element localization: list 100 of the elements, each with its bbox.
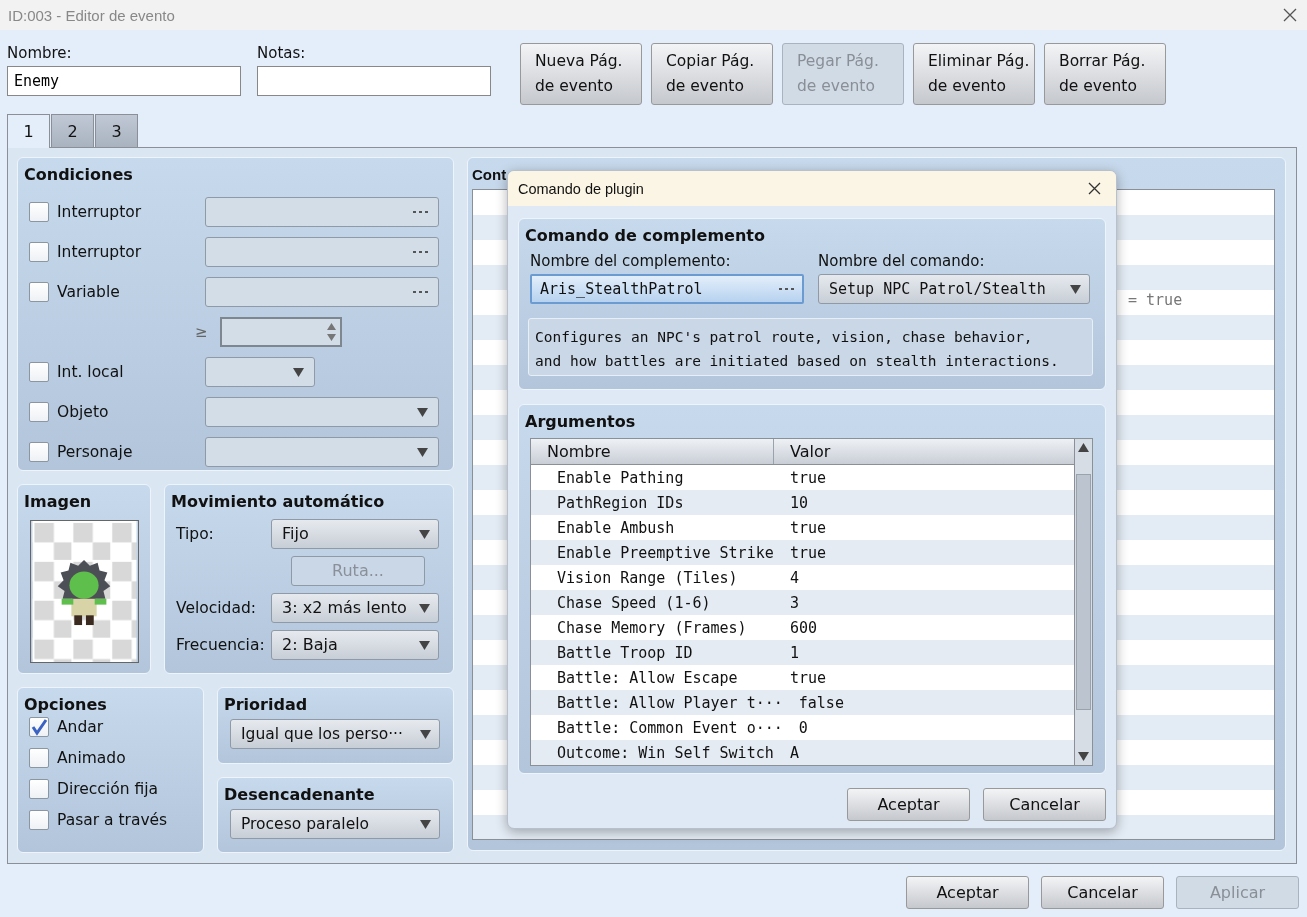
caret-icon <box>419 602 430 613</box>
notes-field[interactable] <box>257 66 491 96</box>
table-cell-text: Enable Ambush <box>556 518 676 537</box>
scroll-up-icon[interactable] <box>1078 443 1089 452</box>
caret-icon <box>1070 284 1081 294</box>
dropdown[interactable]: 2: Baja <box>271 629 439 660</box>
tab[interactable]: 3 <box>95 114 138 147</box>
more-icon <box>413 290 428 294</box>
plugin-field[interactable]: Aris_StealthPatrol <box>530 274 804 304</box>
scroll-thumb[interactable] <box>1076 474 1091 710</box>
checkbox[interactable] <box>29 282 49 302</box>
panel-title: Imagen <box>24 491 93 512</box>
panel-title: Condiciones <box>24 164 134 185</box>
checkbox[interactable] <box>29 748 49 768</box>
checkbox-label: Int. local <box>57 363 125 381</box>
tab[interactable]: 2 <box>51 114 94 147</box>
caret-icon <box>417 447 428 457</box>
dropdown[interactable]: 3: x2 más lento <box>271 592 439 623</box>
name-field[interactable]: Enemy <box>7 66 241 96</box>
plugin-description: Configures an NPC's patrol route, vision, chase behavior, and how battles are initiated based on stealth interactions. <box>528 318 1093 376</box>
field-label: Frecuencia: <box>176 635 266 654</box>
table-cell-text: Battle: Common Event o··· <box>556 718 783 737</box>
checkbox[interactable] <box>29 202 49 222</box>
command-dropdown[interactable]: Setup NPC Patrol/Stealth <box>818 274 1090 304</box>
table-cell-text: Outcome: Win Self Switch <box>556 743 774 762</box>
dialog-button[interactable]: Aceptar <box>906 876 1029 909</box>
caret-icon <box>419 639 430 650</box>
page-button[interactable]: Nueva Pág. de evento <box>520 43 642 105</box>
table-cell-text: false <box>797 693 844 712</box>
dropdown[interactable] <box>205 357 315 387</box>
field-label: Tipo: <box>176 524 215 543</box>
table-cell-text: 1 <box>789 643 800 662</box>
caret-icon <box>420 818 431 829</box>
field-label: Nombre del complemento: <box>530 252 732 270</box>
checkbox[interactable] <box>29 810 49 830</box>
column-header[interactable]: Nombre <box>531 439 774 464</box>
checkbox[interactable] <box>29 442 49 462</box>
panel-title: Cont <box>472 165 507 185</box>
panel-title: Desencadenante <box>224 783 376 805</box>
table-cell-text: 3 <box>789 593 800 612</box>
tab[interactable]: 1 <box>7 114 50 148</box>
dialog-button[interactable]: Cancelar <box>1041 876 1164 909</box>
close-icon[interactable] <box>1088 182 1101 195</box>
dialog-button[interactable]: Aceptar <box>847 788 970 821</box>
column-header[interactable]: Valor <box>774 439 1074 464</box>
window-title: ID:003 - Editor de evento <box>8 6 175 24</box>
spinner-arrows-icon[interactable] <box>326 323 336 341</box>
more-icon <box>779 287 794 291</box>
checkbox[interactable] <box>29 779 49 799</box>
scrollbar[interactable] <box>1074 439 1092 765</box>
field-label: Nombre: <box>7 44 73 62</box>
table-cell-text: Chase Speed (1-6) <box>556 593 712 612</box>
checkbox[interactable] <box>29 717 49 737</box>
dialog-title: Comando de plugin <box>518 180 644 197</box>
panel-title: Opciones <box>24 694 108 715</box>
table-cell-text: Vision Range (Tiles) <box>556 568 739 587</box>
dropdown[interactable]: Proceso paralelo <box>230 808 440 839</box>
number-field[interactable] <box>219 317 342 347</box>
checkbox-label: Interruptor <box>57 243 143 261</box>
checkbox[interactable] <box>29 402 49 422</box>
table-cell-text: 10 <box>789 493 809 512</box>
picker-field[interactable] <box>205 197 439 227</box>
more-icon <box>413 210 428 214</box>
panel-title: Movimiento automático <box>171 491 386 512</box>
caret-icon <box>417 407 428 417</box>
caret-icon <box>419 528 430 539</box>
table-cell-text: true <box>789 468 827 487</box>
caret-icon <box>420 729 431 739</box>
command-text: = true <box>1128 291 1183 309</box>
checkbox-label: Andar <box>57 718 104 736</box>
field-label: Notas: <box>257 44 307 62</box>
table-cell-text: PathRegion IDs <box>556 493 685 512</box>
checkbox[interactable] <box>29 362 49 382</box>
caret-icon <box>293 367 304 377</box>
dropdown[interactable]: Igual que los perso··· <box>230 719 440 749</box>
dropdown[interactable] <box>205 437 439 467</box>
table-cell-text: Chase Memory (Frames) <box>556 618 748 637</box>
table-cell-text: A <box>789 743 800 762</box>
page-button[interactable]: Eliminar Pág. de evento <box>913 43 1035 105</box>
dropdown[interactable]: Fijo <box>271 518 439 549</box>
table-cell-text: 600 <box>789 618 818 637</box>
panel-title: Comando de complemento <box>525 225 766 246</box>
checkbox-label: Interruptor <box>57 203 143 221</box>
field-label: Nombre del comando: <box>818 252 986 270</box>
scroll-down-icon[interactable] <box>1078 752 1089 761</box>
table-cell-text: true <box>789 518 827 537</box>
checkbox-label: Personaje <box>57 443 134 461</box>
page-button[interactable]: Copiar Pág. de evento <box>651 43 773 105</box>
field-label: Velocidad: <box>176 598 257 617</box>
table-cell-text: Battle: Allow Player t··· <box>556 693 783 712</box>
picker-field[interactable] <box>205 237 439 267</box>
more-icon <box>413 250 428 254</box>
table-cell-text: 0 <box>797 718 808 737</box>
close-icon[interactable] <box>1283 8 1297 22</box>
dialog-button[interactable]: Cancelar <box>983 788 1106 821</box>
picker-field[interactable] <box>205 277 439 307</box>
table-cell-text: Battle Troop ID <box>556 643 694 662</box>
dropdown[interactable] <box>205 397 439 427</box>
checkbox[interactable] <box>29 242 49 262</box>
page-button[interactable]: Borrar Pág. de evento <box>1044 43 1166 105</box>
